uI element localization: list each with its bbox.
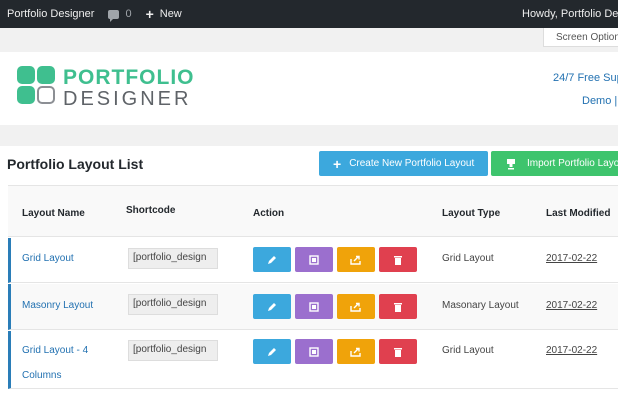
- col-layout-name: Layout Name: [22, 208, 85, 219]
- pencil-icon: [268, 347, 276, 356]
- export-button[interactable]: [337, 339, 375, 364]
- duplicate-button[interactable]: [295, 247, 333, 272]
- pencil-icon: [268, 302, 276, 311]
- site-name-label: Portfolio Designer: [7, 8, 95, 20]
- screen-options-button[interactable]: Screen Option: [543, 28, 618, 47]
- plus-icon: +: [145, 6, 154, 22]
- admin-bar-new[interactable]: + New: [146, 0, 182, 28]
- import-layout-button[interactable]: Import Portfolio Layo: [491, 151, 618, 176]
- brand-name-bottom: DESIGNER: [63, 88, 192, 110]
- col-shortcode: Shortcode: [126, 205, 176, 216]
- trash-icon: [394, 347, 402, 357]
- download-icon: [507, 158, 515, 169]
- last-modified-date: 2017-02-22: [546, 345, 598, 356]
- share-icon: [350, 347, 361, 357]
- delete-button[interactable]: [379, 294, 417, 319]
- shortcode-field[interactable]: [portfolio_design: [128, 294, 218, 315]
- admin-bar-comments[interactable]: 0: [108, 0, 132, 28]
- pencil-icon: [268, 255, 276, 264]
- layout-type: Masonary Layout: [442, 300, 519, 311]
- page-title: Portfolio Layout List: [7, 156, 144, 172]
- layout-name-link[interactable]: Grid Layout: [22, 253, 74, 264]
- copy-icon: [309, 301, 319, 312]
- trash-icon: [394, 255, 402, 265]
- col-layout-type: Layout Type: [442, 208, 501, 219]
- create-layout-label: Create New Portfolio Layout: [349, 158, 475, 169]
- delete-button[interactable]: [379, 339, 417, 364]
- demo-link[interactable]: Demo |: [582, 95, 617, 107]
- share-icon: [350, 302, 361, 312]
- comments-count: 0: [125, 8, 132, 20]
- table-row: Grid Layout - 4 Columns [portfolio_desig…: [8, 331, 618, 389]
- duplicate-button[interactable]: [295, 339, 333, 364]
- admin-bar-account[interactable]: Howdy, Portfolio Desi: [522, 0, 618, 28]
- layout-name-link[interactable]: Masonry Layout: [22, 300, 93, 311]
- copy-icon: [309, 346, 319, 357]
- comment-icon: [108, 9, 120, 22]
- copy-icon: [309, 254, 319, 265]
- admin-bar: Portfolio Designer 0 + New Howdy, Portfo…: [0, 0, 618, 28]
- table-row: Masonry Layout [portfolio_design Masonar…: [8, 284, 618, 330]
- plus-icon: +: [333, 155, 342, 172]
- layout-name-link[interactable]: Grid Layout - 4: [22, 345, 88, 356]
- portfolio-designer-logo-icon: [17, 66, 57, 106]
- layout-list-panel: Portfolio Layout List + Create New Portf…: [0, 146, 618, 394]
- admin-bar-site-name[interactable]: Portfolio Designer: [0, 0, 94, 28]
- table-header: Layout Name Shortcode Action Layout Type…: [8, 185, 618, 237]
- last-modified-date: 2017-02-22: [546, 300, 598, 311]
- col-action: Action: [253, 208, 285, 219]
- brand-name-top: PORTFOLIO: [63, 66, 195, 89]
- delete-button[interactable]: [379, 247, 417, 272]
- edit-button[interactable]: [253, 247, 291, 272]
- import-layout-label: Import Portfolio Layo: [527, 158, 618, 169]
- duplicate-button[interactable]: [295, 294, 333, 319]
- plugin-header: PORTFOLIO DESIGNER 24/7 Free Sup Demo |: [0, 52, 618, 125]
- edit-button[interactable]: [253, 339, 291, 364]
- create-layout-button[interactable]: + Create New Portfolio Layout: [319, 151, 488, 176]
- howdy-label: Howdy, Portfolio Desi: [522, 8, 618, 20]
- shortcode-field[interactable]: [portfolio_design: [128, 340, 218, 361]
- new-label: New: [159, 8, 182, 20]
- table-row: Grid Layout [portfolio_design Grid Layou…: [8, 238, 618, 283]
- layout-type: Grid Layout: [442, 345, 494, 356]
- screen-options-label: Screen Option: [556, 32, 618, 43]
- export-button[interactable]: [337, 294, 375, 319]
- export-button[interactable]: [337, 247, 375, 272]
- support-link[interactable]: 24/7 Free Sup: [553, 72, 618, 84]
- last-modified-date: 2017-02-22: [546, 253, 598, 264]
- col-last-modified: Last Modified: [546, 208, 611, 219]
- edit-button[interactable]: [253, 294, 291, 319]
- shortcode-field[interactable]: [portfolio_design: [128, 248, 218, 269]
- layout-type: Grid Layout: [442, 253, 494, 264]
- trash-icon: [394, 302, 402, 312]
- layout-name-link-continued[interactable]: Columns: [22, 370, 61, 381]
- share-icon: [350, 255, 361, 265]
